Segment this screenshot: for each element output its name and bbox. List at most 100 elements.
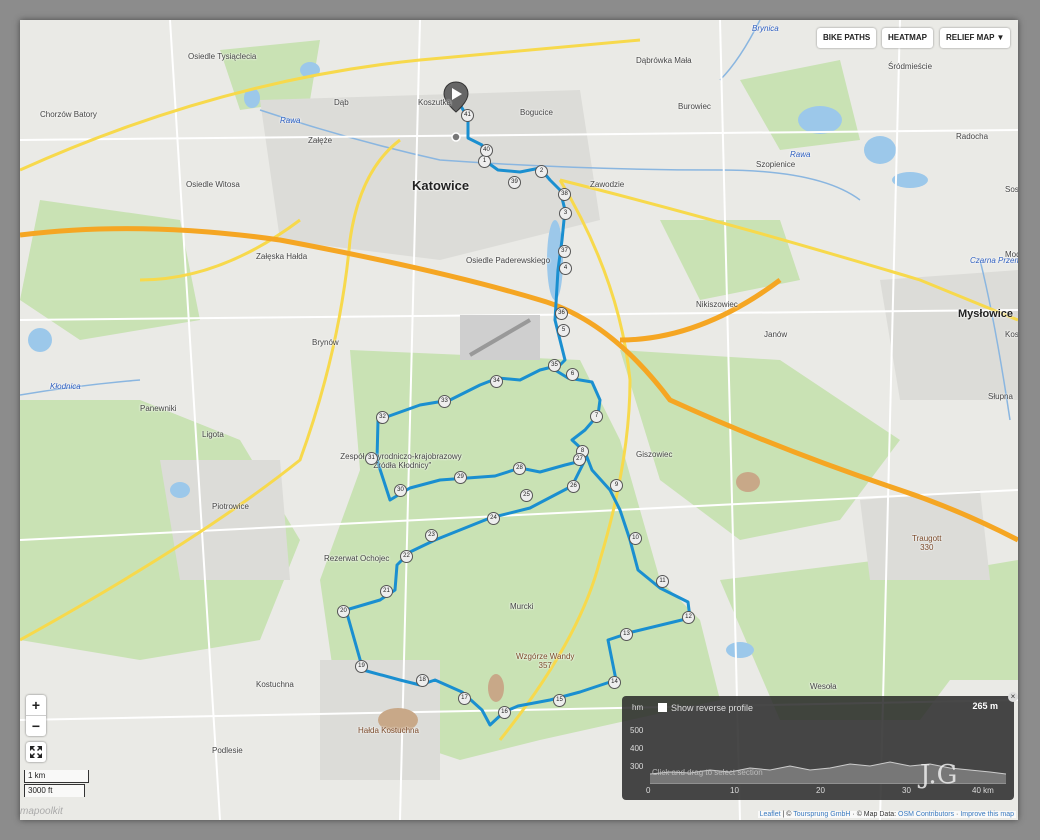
waypoint-marker[interactable]: 27 bbox=[573, 453, 586, 466]
reverse-profile-checkbox[interactable] bbox=[658, 703, 667, 712]
peak-name: Wzgórze Wandy bbox=[516, 652, 575, 661]
author-signature: J.G bbox=[920, 760, 958, 790]
district-label: Piotrowice bbox=[212, 502, 249, 511]
zoom-out-button[interactable]: − bbox=[26, 716, 46, 736]
district-label: Chorzów Batory bbox=[40, 110, 97, 119]
district-label: Koszutka bbox=[418, 98, 451, 107]
waypoint-marker[interactable]: 21 bbox=[380, 585, 393, 598]
osm-link[interactable]: OSM Contributors bbox=[898, 811, 954, 818]
waypoint-marker[interactable]: 31 bbox=[365, 452, 378, 465]
waypoint-marker[interactable]: 23 bbox=[425, 529, 438, 542]
waypoint-marker[interactable]: 29 bbox=[454, 471, 467, 484]
fullscreen-icon bbox=[30, 746, 42, 758]
waypoint-marker[interactable]: 25 bbox=[520, 489, 533, 502]
waypoint-marker[interactable]: 5 bbox=[557, 324, 570, 337]
district-label: Osiedle Tysiąclecia bbox=[188, 52, 257, 61]
waypoint-marker[interactable]: 32 bbox=[376, 411, 389, 424]
zoom-in-button[interactable]: + bbox=[26, 695, 46, 716]
waypoint-marker[interactable]: 22 bbox=[400, 550, 413, 563]
leaflet-link[interactable]: Leaflet bbox=[760, 811, 781, 818]
waypoint-marker[interactable]: 28 bbox=[513, 462, 526, 475]
bike-paths-button[interactable]: BIKE PATHS bbox=[817, 28, 877, 48]
district-label: Ligota bbox=[202, 430, 224, 439]
river-label: Rawa bbox=[790, 150, 811, 159]
waypoint-marker[interactable]: 1 bbox=[478, 155, 491, 168]
y-tick-label: 500 bbox=[630, 726, 644, 735]
district-label: Podlesie bbox=[212, 746, 243, 755]
river-label: Rawa bbox=[280, 116, 301, 125]
waypoint-marker[interactable]: 37 bbox=[558, 245, 571, 258]
district-label: Śródmieście bbox=[888, 62, 933, 71]
waypoint-marker[interactable]: 18 bbox=[416, 674, 429, 687]
relief-map-dropdown[interactable]: RELIEF MAP ▼ bbox=[940, 28, 1011, 48]
waypoint-marker[interactable]: 15 bbox=[553, 694, 566, 707]
peak-label-halda: Hałda Kostuchna bbox=[358, 726, 419, 735]
fullscreen-button[interactable] bbox=[26, 742, 46, 762]
peak-elevation: 330 bbox=[920, 543, 934, 552]
improve-map-link[interactable]: Improve this map bbox=[960, 811, 1014, 818]
waypoint-marker[interactable]: 10 bbox=[629, 532, 642, 545]
heatmap-button[interactable]: HEATMAP bbox=[882, 28, 933, 48]
waypoint-marker[interactable]: 2 bbox=[535, 165, 548, 178]
waypoint-marker[interactable]: 13 bbox=[620, 628, 633, 641]
district-label: Murcki bbox=[510, 602, 534, 611]
peak-elevation: 357 bbox=[538, 661, 552, 670]
y-tick-label: 400 bbox=[630, 744, 644, 753]
y-tick-label: 300 bbox=[630, 762, 644, 771]
district-label: Słupna bbox=[988, 392, 1013, 401]
scale-bar-imperial: 3000 ft bbox=[24, 784, 85, 797]
waypoint-marker[interactable]: 14 bbox=[608, 676, 621, 689]
waypoint-marker[interactable]: 41 bbox=[461, 109, 474, 122]
waypoint-marker[interactable]: 20 bbox=[337, 605, 350, 618]
district-label: Giszowiec bbox=[636, 450, 673, 459]
peak-label-traugott: Traugott 330 bbox=[912, 534, 942, 552]
city-label-myslowice: Mysłowice bbox=[958, 308, 1014, 320]
maptoolkit-watermark: mapoolkit bbox=[20, 806, 63, 817]
attribution-text: · © Map Data: bbox=[850, 811, 899, 818]
waypoint-marker[interactable]: 17 bbox=[458, 692, 471, 705]
airstrip bbox=[460, 315, 540, 360]
waypoint-marker[interactable]: 4 bbox=[559, 262, 572, 275]
waypoint-marker[interactable]: 7 bbox=[590, 410, 603, 423]
waypoint-marker[interactable]: 38 bbox=[558, 188, 571, 201]
toursprung-link[interactable]: Toursprung GmbH bbox=[793, 811, 850, 818]
district-label: Szopienice bbox=[756, 160, 796, 169]
map-attribution: Leaflet | © Toursprung GmbH · © Map Data… bbox=[757, 811, 1016, 818]
end-marker[interactable] bbox=[451, 132, 461, 142]
district-label: Zawodzie bbox=[590, 180, 625, 189]
x-end-label: 40 km bbox=[972, 786, 994, 795]
district-label: Załęska Hałda bbox=[256, 252, 308, 261]
peak-label-wandy: Wzgórze Wandy 357 bbox=[516, 652, 574, 670]
waypoint-marker[interactable]: 33 bbox=[438, 395, 451, 408]
waypoint-marker[interactable]: 11 bbox=[656, 575, 669, 588]
waypoint-marker[interactable]: 3 bbox=[559, 207, 572, 220]
elevation-unit-label: hm bbox=[632, 703, 644, 712]
waypoint-marker[interactable]: 24 bbox=[487, 512, 500, 525]
x-tick-label: 0 bbox=[646, 786, 651, 795]
waypoint-marker[interactable]: 6 bbox=[566, 368, 579, 381]
elevation-drag-hint: Click and drag to select section bbox=[652, 768, 763, 777]
district-label: Wesoła bbox=[810, 682, 837, 691]
waypoint-marker[interactable]: 35 bbox=[548, 359, 561, 372]
x-tick-label: 20 bbox=[816, 786, 825, 795]
district-label: Osiedle Witosa bbox=[186, 180, 240, 189]
district-label: Sosnowiec bbox=[1005, 185, 1018, 194]
district-label: Janów bbox=[764, 330, 788, 339]
waypoint-marker[interactable]: 9 bbox=[610, 479, 623, 492]
district-label: Burowiec bbox=[678, 102, 711, 111]
attribution-separator: | © bbox=[780, 811, 794, 818]
waypoint-marker[interactable]: 39 bbox=[508, 176, 521, 189]
waypoint-marker[interactable]: 40 bbox=[480, 144, 493, 157]
close-elevation-button[interactable]: × bbox=[1008, 692, 1018, 702]
waypoint-marker[interactable]: 12 bbox=[682, 611, 695, 624]
waypoint-marker[interactable]: 34 bbox=[490, 375, 503, 388]
district-label: Panewniki bbox=[140, 404, 177, 413]
river-label: Czarna Przemsza bbox=[970, 256, 1018, 265]
waypoint-marker[interactable]: 16 bbox=[498, 706, 511, 719]
waypoint-marker[interactable]: 36 bbox=[555, 307, 568, 320]
waypoint-marker[interactable]: 26 bbox=[567, 480, 580, 493]
district-label: Załęże bbox=[308, 136, 333, 145]
waypoint-marker[interactable]: 19 bbox=[355, 660, 368, 673]
waypoint-marker[interactable]: 30 bbox=[394, 484, 407, 497]
x-tick-label: 10 bbox=[730, 786, 739, 795]
